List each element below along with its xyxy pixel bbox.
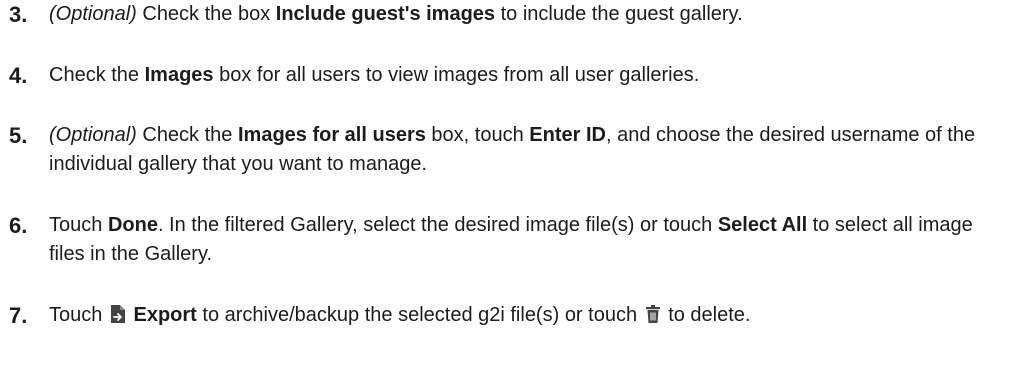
step-text: (Optional) Check the Images for all user… bbox=[49, 124, 976, 175]
option-include-guest-images: Include guest's images bbox=[275, 3, 496, 25]
optional-label: (Optional) bbox=[49, 124, 137, 146]
step-3: 3. (Optional) Check the box Include gues… bbox=[0, 0, 1010, 29]
select-all-label: Select All bbox=[717, 214, 808, 236]
instruction-document: 3. (Optional) Check the box Include gues… bbox=[0, 0, 1020, 365]
step-text: Touch Done. In the filtered Gallery, sel… bbox=[49, 214, 973, 265]
optional-label: (Optional) bbox=[49, 3, 137, 25]
step-6: 6. Touch Done. In the filtered Gallery, … bbox=[0, 211, 1010, 269]
step-number: 3. bbox=[9, 2, 28, 27]
step-number: 6. bbox=[9, 213, 28, 238]
step-number: 7. bbox=[9, 303, 28, 328]
step-text: Touch Export to archive/backup the selec… bbox=[49, 301, 1010, 333]
option-images: Images bbox=[144, 64, 214, 86]
step-text: Check the Images box for all users to vi… bbox=[49, 64, 700, 86]
done-label: Done bbox=[107, 214, 158, 236]
trash-icon bbox=[645, 304, 661, 333]
step-number: 5. bbox=[9, 123, 28, 148]
export-icon bbox=[110, 304, 126, 333]
step-5: 5. (Optional) Check the Images for all u… bbox=[0, 121, 1010, 179]
step-7: 7. Touch Export to archive/backup the se… bbox=[0, 301, 1010, 333]
enter-id-label: Enter ID bbox=[529, 124, 606, 146]
step-4: 4. Check the Images box for all users to… bbox=[0, 61, 1010, 90]
step-text: (Optional) Check the box Include guest's… bbox=[49, 3, 743, 25]
export-label: Export bbox=[133, 304, 197, 326]
option-images-for-all-users: Images for all users bbox=[237, 124, 426, 146]
step-number: 4. bbox=[9, 63, 28, 88]
